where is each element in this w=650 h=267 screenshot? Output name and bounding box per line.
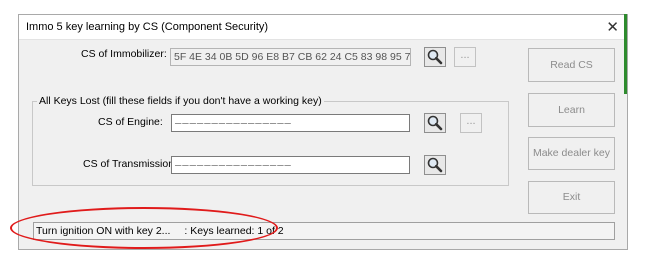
status-bar: Turn ignition ON with key 2... : Keys lea…: [33, 222, 615, 240]
dialog-window: Immo 5 key learning by CS (Component Sec…: [18, 14, 628, 250]
all-keys-lost-label: All Keys Lost (fill these fields if you …: [37, 95, 324, 107]
magnifier-icon: [427, 157, 443, 173]
title-bar: Immo 5 key learning by CS (Component Sec…: [19, 15, 627, 40]
keys-learned-counter: : Keys learned: 1 of 2: [184, 225, 284, 237]
accent-strip: [624, 14, 627, 94]
magnifier-icon: [427, 115, 443, 131]
transmission-search-button[interactable]: [424, 155, 446, 175]
transmission-cs-field[interactable]: ________________: [171, 156, 410, 174]
status-message: Turn ignition ON with key 2...: [36, 225, 171, 237]
window-title: Immo 5 key learning by CS (Component Sec…: [26, 21, 269, 33]
read-cs-button[interactable]: Read CS: [528, 48, 615, 82]
immobilizer-cs-field[interactable]: 5F 4E 34 0B 5D 96 E8 B7 CB 62 24 C5 83 9…: [170, 48, 411, 66]
background: [0, 0, 18, 267]
engine-search-button[interactable]: [424, 113, 446, 133]
immobilizer-search-button[interactable]: [424, 47, 446, 67]
transmission-label: CS of Transmission:: [83, 158, 177, 170]
magnifier-icon: [427, 49, 443, 65]
immobilizer-browse-button[interactable]: ...: [454, 47, 476, 67]
engine-cs-field[interactable]: ________________: [171, 114, 410, 132]
engine-label: CS of Engine:: [98, 116, 163, 128]
make-dealer-key-button[interactable]: Make dealer key: [528, 137, 615, 170]
engine-browse-button[interactable]: ...: [460, 113, 482, 133]
close-icon[interactable]: ✕: [606, 18, 619, 36]
learn-button[interactable]: Learn: [528, 93, 615, 127]
immobilizer-label: CS of Immobilizer:: [81, 48, 167, 60]
exit-button[interactable]: Exit: [528, 181, 615, 214]
